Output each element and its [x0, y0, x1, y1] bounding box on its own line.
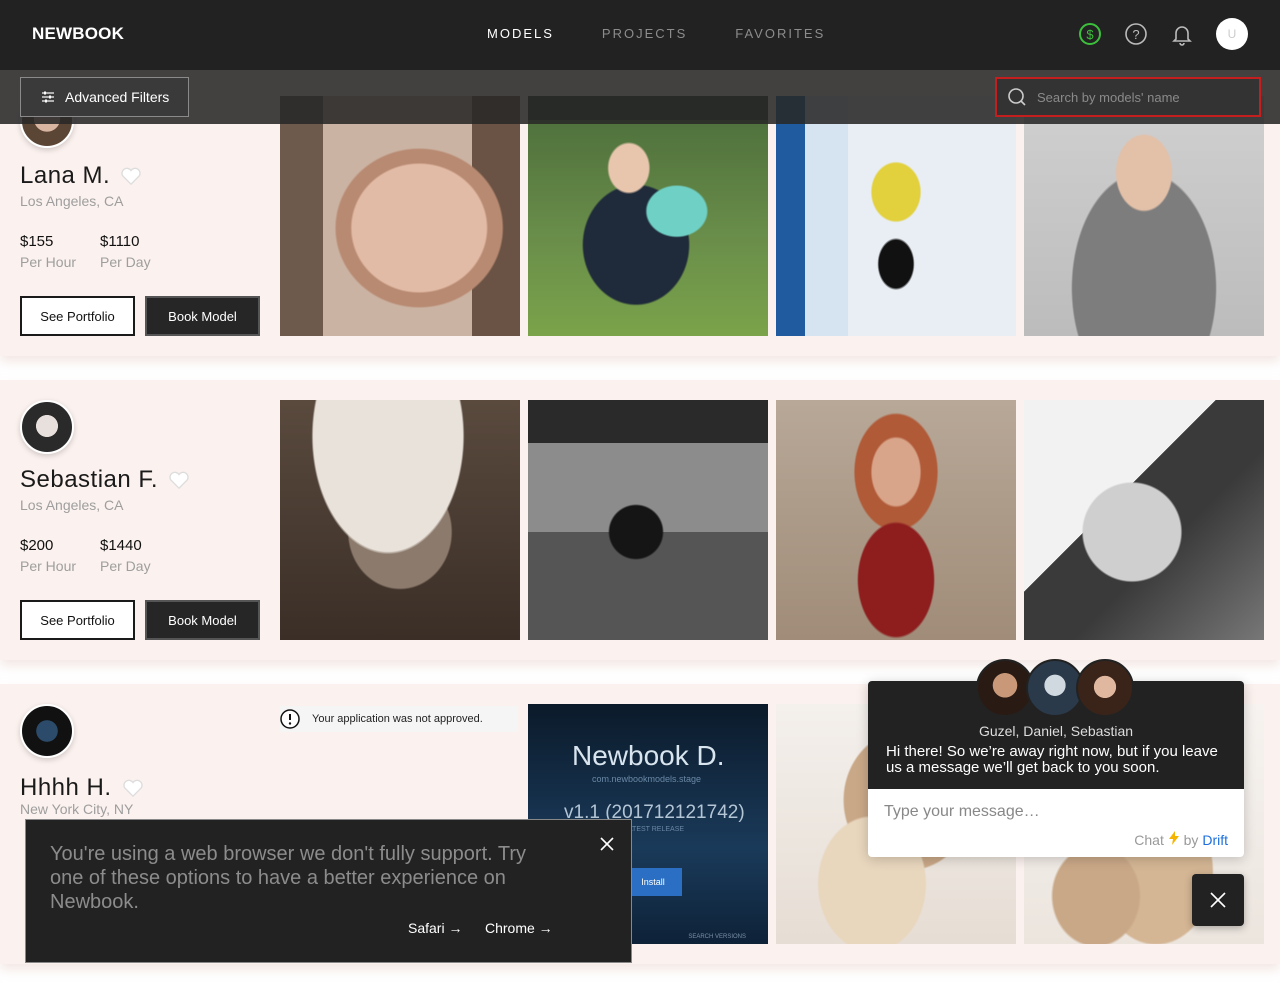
nav-projects[interactable]: PROJECTS	[602, 26, 687, 41]
user-avatar[interactable]: U	[1216, 18, 1248, 50]
model-avatar[interactable]	[20, 704, 74, 758]
model-name-row: Lana M.	[20, 162, 142, 190]
chrome-link[interactable]: Chrome →	[485, 920, 553, 936]
heart-icon[interactable]	[122, 778, 144, 798]
install-button[interactable]: Install	[624, 868, 682, 896]
hour-price: $155	[20, 233, 54, 250]
see-portfolio-button[interactable]: See Portfolio	[20, 600, 135, 640]
help-icon[interactable]: ?	[1124, 22, 1148, 46]
heart-icon[interactable]	[168, 470, 190, 490]
see-portfolio-button[interactable]: See Portfolio	[20, 296, 135, 336]
dollar-icon[interactable]: $	[1078, 22, 1102, 46]
day-price: $1440	[100, 537, 142, 554]
day-rate: $1110 Per Day	[100, 233, 151, 270]
model-name-row: Sebastian F.	[20, 466, 190, 494]
heart-icon[interactable]	[120, 166, 142, 186]
drift-link[interactable]: Drift	[1202, 832, 1228, 848]
day-price: $1110	[100, 233, 140, 250]
chat-greeting: Hi there! So we’re away right now, but i…	[886, 743, 1218, 776]
model-avatar[interactable]	[20, 400, 74, 454]
book-model-button[interactable]: Book Model	[145, 600, 260, 640]
browser-warning-banner: You're using a web browser we don't full…	[25, 819, 632, 963]
close-icon	[1210, 892, 1226, 908]
top-navigation-bar: NEWBOOK MODELS PROJECTS FAVORITES $ ? U	[0, 0, 1280, 70]
day-label: Per Day	[100, 254, 151, 270]
portfolio-photo[interactable]	[280, 96, 520, 336]
safari-link[interactable]: Safari →	[408, 920, 462, 936]
svg-text:?: ?	[1132, 27, 1139, 42]
search-input[interactable]	[1037, 89, 1247, 105]
model-location: Los Angeles, CA	[20, 497, 124, 513]
lightning-icon	[1168, 831, 1179, 845]
preview-title: Newbook D.	[572, 740, 725, 771]
bell-icon[interactable]	[1170, 22, 1194, 46]
portfolio-photo[interactable]	[280, 400, 520, 640]
portfolio-photo[interactable]	[776, 96, 1016, 336]
model-location: Los Angeles, CA	[20, 193, 124, 209]
notice-text: Your application was not approved.	[312, 713, 483, 725]
model-location: New York City, NY	[20, 801, 134, 817]
advanced-filters-button[interactable]: Advanced Filters	[20, 77, 189, 117]
newbook-logo[interactable]: NEWBOOK	[32, 24, 124, 44]
model-name[interactable]: Hhhh H.	[20, 774, 112, 802]
chat-powered-by-word: by	[1183, 832, 1199, 848]
preview-release: LATEST RELEASE	[624, 826, 685, 833]
portfolio-photo[interactable]	[528, 96, 768, 336]
model-name[interactable]: Sebastian F.	[20, 466, 158, 494]
book-model-button[interactable]: Book Model	[145, 296, 260, 336]
main-nav: MODELS PROJECTS FAVORITES	[487, 26, 825, 41]
hour-label: Per Hour	[20, 558, 77, 574]
chat-team-avatars	[976, 659, 1134, 717]
preview-subtitle: com.newbookmodels.stage	[592, 774, 702, 784]
alert-icon	[280, 709, 300, 729]
advanced-filters-label: Advanced Filters	[65, 89, 170, 105]
hour-price: $200	[20, 537, 54, 554]
chat-agent-avatar	[1076, 659, 1134, 717]
application-notice: Your application was not approved.	[280, 706, 518, 732]
portfolio-photo[interactable]	[776, 400, 1016, 640]
filter-bar: Advanced Filters	[0, 70, 1280, 124]
hour-label: Per Hour	[20, 254, 77, 270]
chat-team-names: Guzel, Daniel, Sebastian	[978, 723, 1134, 739]
hour-rate: $155 Per Hour	[20, 233, 76, 270]
header-actions: $ ? U	[1078, 18, 1248, 50]
chat-message-input[interactable]: Type your message…	[884, 803, 1040, 821]
model-card: Sebastian F. Los Angeles, CA $200 Per Hou…	[0, 380, 1280, 660]
hour-rate: $200 Per Hour	[20, 537, 76, 574]
close-icon[interactable]	[599, 836, 615, 852]
chat-close-button[interactable]	[1192, 874, 1244, 926]
day-rate: $1440 Per Day	[100, 537, 151, 574]
sliders-icon	[42, 91, 54, 103]
browser-warning-message: You're using a web browser we don't full…	[50, 843, 527, 913]
model-name-row: Hhhh H.	[20, 774, 144, 802]
portfolio-photo[interactable]	[1024, 96, 1264, 336]
preview-footer: SEARCH VERSIONS	[688, 934, 746, 940]
nav-models[interactable]: MODELS	[487, 26, 554, 41]
nav-favorites[interactable]: FAVORITES	[735, 26, 825, 41]
portfolio-photo[interactable]	[1024, 400, 1264, 640]
model-name[interactable]: Lana M.	[20, 162, 110, 190]
search-icon	[1008, 88, 1026, 106]
portfolio-photo[interactable]	[528, 400, 768, 640]
chat-powered-prefix: Chat	[1134, 832, 1164, 848]
day-label: Per Day	[100, 558, 151, 574]
chat-powered-by: Chat by Drift	[1134, 831, 1228, 848]
search-box	[995, 77, 1261, 117]
svg-text:$: $	[1086, 27, 1094, 42]
